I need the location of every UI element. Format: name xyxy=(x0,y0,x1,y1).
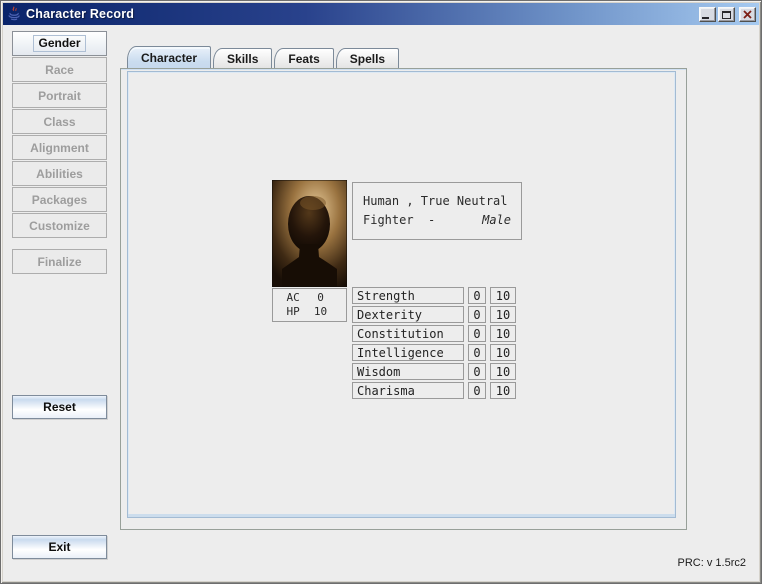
tab-label: Character xyxy=(141,51,197,65)
ability-score: 10 xyxy=(490,325,516,342)
ability-score: 10 xyxy=(490,287,516,304)
tab-feats[interactable]: Feats xyxy=(274,48,333,68)
close-icon xyxy=(742,9,753,20)
ability-name: Strength xyxy=(352,287,464,304)
tab-bar: Character Skills Feats Spells xyxy=(120,46,687,68)
portrait-image xyxy=(272,180,347,287)
sidebar-item-label: Portrait xyxy=(38,89,81,103)
exit-button-label: Exit xyxy=(48,540,70,554)
sidebar-item-alignment[interactable]: Alignment xyxy=(12,135,107,160)
sidebar-item-portrait[interactable]: Portrait xyxy=(12,83,107,108)
sidebar-item-packages[interactable]: Packages xyxy=(12,187,107,212)
tab-label: Skills xyxy=(227,52,258,66)
table-row: Charisma 0 10 xyxy=(352,382,516,399)
tab-spells[interactable]: Spells xyxy=(336,48,399,68)
window-controls xyxy=(699,7,756,22)
sidebar-item-label: Class xyxy=(43,115,75,129)
app-window: Character Record Gender Race Portrait Cl… xyxy=(0,0,762,584)
ability-modifier: 0 xyxy=(468,287,486,304)
class-text: Fighter - xyxy=(363,211,435,230)
ac-label: AC xyxy=(287,291,309,305)
hp-row: HP 10 xyxy=(287,305,333,319)
ability-score: 10 xyxy=(490,363,516,380)
sidebar: Gender Race Portrait Class Alignment Abi… xyxy=(12,31,107,275)
sidebar-item-label: Customize xyxy=(29,219,90,233)
table-row: Constitution 0 10 xyxy=(352,325,516,342)
window-body: Gender Race Portrait Class Alignment Abi… xyxy=(3,25,759,581)
sidebar-item-label: Packages xyxy=(32,193,87,207)
character-summary-box: Human , True Neutral Fighter - Male xyxy=(352,182,522,240)
hp-label: HP xyxy=(287,305,309,319)
sidebar-item-class[interactable]: Class xyxy=(12,109,107,134)
ability-name: Wisdom xyxy=(352,363,464,380)
close-button[interactable] xyxy=(739,7,756,22)
sidebar-item-customize[interactable]: Customize xyxy=(12,213,107,238)
table-row: Strength 0 10 xyxy=(352,287,516,304)
vitals-box: AC 0 HP 10 xyxy=(272,288,347,322)
ability-score: 10 xyxy=(490,306,516,323)
hp-value: 10 xyxy=(309,305,333,319)
ac-value: 0 xyxy=(309,291,333,305)
table-row: Dexterity 0 10 xyxy=(352,306,516,323)
table-row: Intelligence 0 10 xyxy=(352,344,516,361)
ability-score: 10 xyxy=(490,382,516,399)
sidebar-item-label: Finalize xyxy=(37,255,81,269)
ability-table: Strength 0 10 Dexterity 0 10 Constitutio… xyxy=(352,287,516,401)
ability-modifier: 0 xyxy=(468,344,486,361)
sidebar-item-label: Gender xyxy=(33,35,85,52)
tab-skills[interactable]: Skills xyxy=(213,48,272,68)
sidebar-item-label: Race xyxy=(45,63,74,77)
ability-modifier: 0 xyxy=(468,382,486,399)
sidebar-item-gender[interactable]: Gender xyxy=(12,31,107,56)
gender-text: Male xyxy=(482,211,511,230)
sidebar-item-abilities[interactable]: Abilities xyxy=(12,161,107,186)
reset-button[interactable]: Reset xyxy=(12,395,107,419)
ability-modifier: 0 xyxy=(468,325,486,342)
tab-label: Spells xyxy=(350,52,385,66)
ability-score: 10 xyxy=(490,344,516,361)
sidebar-item-label: Abilities xyxy=(36,167,83,181)
ac-row: AC 0 xyxy=(287,291,333,305)
maximize-button[interactable] xyxy=(718,7,735,22)
java-icon xyxy=(6,6,22,22)
sidebar-item-finalize[interactable]: Finalize xyxy=(12,249,107,274)
minimize-icon xyxy=(702,17,709,19)
reset-button-label: Reset xyxy=(43,400,76,414)
ability-name: Constitution xyxy=(352,325,464,342)
sidebar-item-race[interactable]: Race xyxy=(12,57,107,82)
minimize-button[interactable] xyxy=(699,7,716,22)
window-title: Character Record xyxy=(26,7,134,21)
ability-name: Intelligence xyxy=(352,344,464,361)
ability-name: Charisma xyxy=(352,382,464,399)
ability-name: Dexterity xyxy=(352,306,464,323)
titlebar[interactable]: Character Record xyxy=(3,3,759,25)
ability-modifier: 0 xyxy=(468,363,486,380)
version-status-label: PRC: v 1.5rc2 xyxy=(678,557,746,569)
table-row: Wisdom 0 10 xyxy=(352,363,516,380)
race-alignment-text: Human , True Neutral xyxy=(363,192,511,211)
tab-label: Feats xyxy=(288,52,319,66)
ability-modifier: 0 xyxy=(468,306,486,323)
maximize-icon xyxy=(722,11,731,19)
tab-character[interactable]: Character xyxy=(127,46,211,68)
exit-button[interactable]: Exit xyxy=(12,535,107,559)
sidebar-item-label: Alignment xyxy=(30,141,89,155)
class-gender-line: Fighter - Male xyxy=(363,211,511,230)
